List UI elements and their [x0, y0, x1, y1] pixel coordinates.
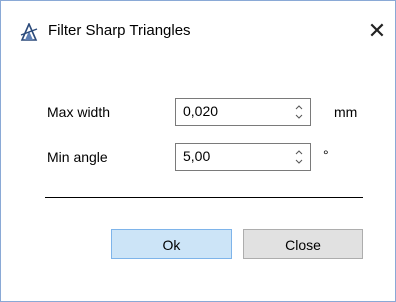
min-angle-value[interactable]: 5,00 [183, 148, 210, 164]
title-bar: Filter Sharp Triangles ✕ [1, 1, 395, 63]
close-icon[interactable]: ✕ [362, 16, 392, 46]
max-width-value[interactable]: 0,020 [183, 103, 218, 119]
dialog-window: Filter Sharp Triangles ✕ Max width 0,020… [0, 0, 396, 302]
close-button[interactable]: Close [243, 229, 363, 259]
window-title: Filter Sharp Triangles [48, 22, 191, 39]
ok-button[interactable]: Ok [111, 229, 232, 259]
max-width-unit: mm [334, 104, 358, 120]
triangle-pen-icon [20, 22, 38, 41]
min-angle-spinbox[interactable]: 5,00 [175, 143, 311, 171]
spin-arrows-icon[interactable] [294, 101, 304, 123]
min-angle-label: Min angle [47, 149, 108, 165]
max-width-label: Max width [47, 104, 111, 120]
min-angle-unit: ° [323, 147, 329, 163]
max-width-spinbox[interactable]: 0,020 [175, 98, 311, 126]
divider [45, 197, 363, 198]
spin-arrows-icon[interactable] [294, 146, 304, 168]
